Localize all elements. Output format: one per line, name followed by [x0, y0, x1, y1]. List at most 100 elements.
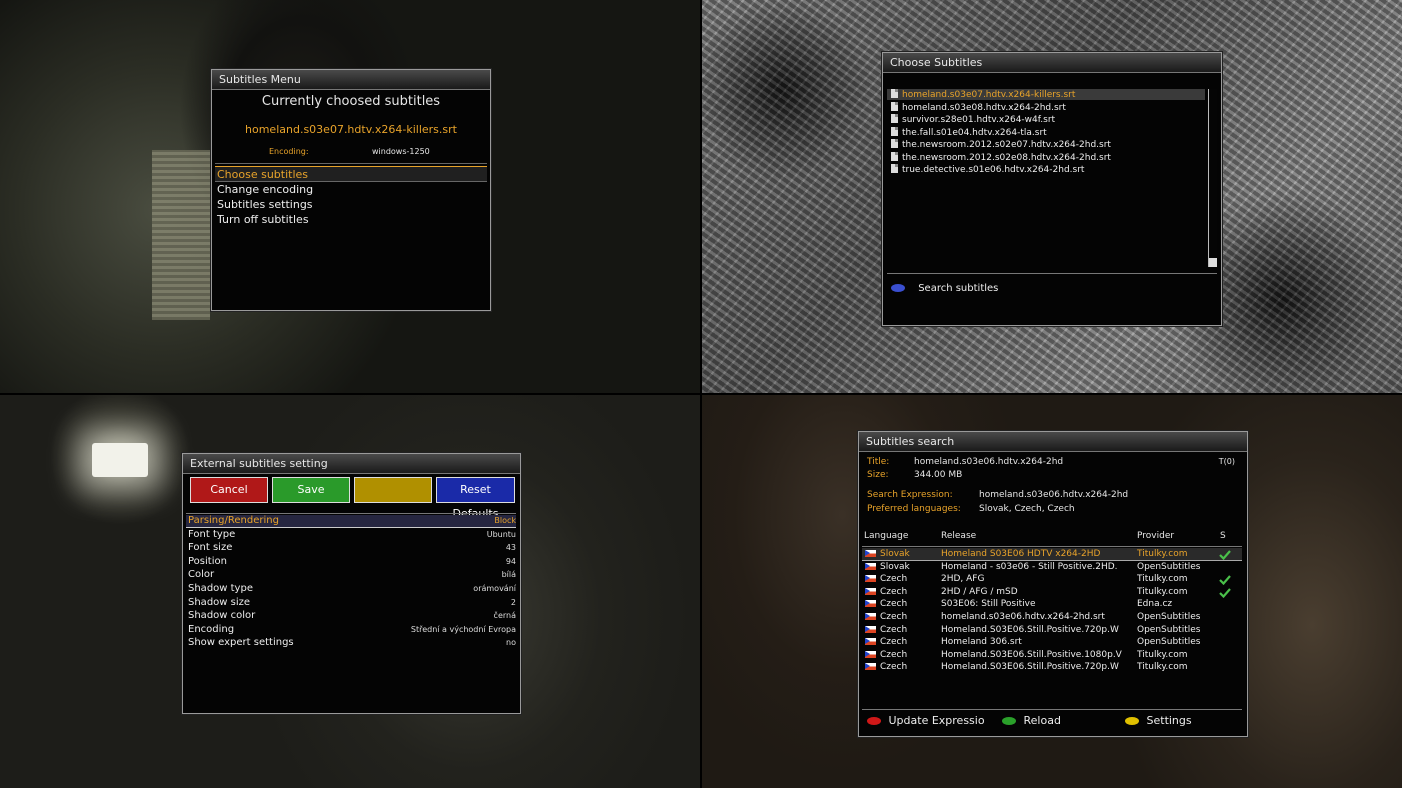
setting-row[interactable]: Position 94 — [188, 556, 516, 569]
setting-label: Shadow type — [188, 583, 253, 594]
setting-row[interactable]: Font type Ubuntu — [188, 529, 516, 542]
result-provider[interactable]: Titulky.com — [1137, 650, 1217, 660]
result-language-text: Slovak — [880, 549, 910, 559]
result-release-text: Homeland.S03E06.Still.Positive.720p.W — [941, 662, 1119, 673]
setting-row[interactable]: Encoding Střední a východní Evropa — [188, 624, 516, 637]
encoding-label: Encoding: — [269, 147, 309, 156]
setting-label: Shadow size — [188, 596, 251, 608]
result-language[interactable]: Czech — [865, 599, 939, 609]
column-header-release: Release — [941, 531, 977, 541]
setting-value: Ubuntu — [486, 529, 516, 539]
search-expression-label: Search Expression: — [867, 490, 953, 500]
result-provider[interactable]: Titulky.com — [1137, 574, 1217, 584]
flag-icon — [865, 663, 876, 671]
column-header-language: Language — [864, 531, 909, 541]
scrollbar-thumb[interactable] — [1209, 258, 1217, 267]
result-language[interactable]: Czech — [865, 637, 939, 647]
result-language[interactable]: Czech — [865, 650, 939, 660]
result-provider[interactable]: Titulky.com — [1137, 662, 1217, 672]
result-language[interactable]: Slovak — [865, 549, 939, 559]
file-list-item[interactable]: the.newsroom.2012.s02e07.hdtv.x264-2hd.s… — [891, 139, 1111, 150]
divider — [215, 163, 487, 164]
result-release[interactable]: Homeland 306.srt — [941, 637, 1135, 647]
yellow-button[interactable] — [354, 477, 432, 503]
setting-value: orámování — [473, 584, 516, 593]
video-frame-bottom-right: Subtitles search Title: homeland.s03e06.… — [702, 395, 1402, 788]
result-release[interactable]: S03E06: Still Positive — [941, 599, 1135, 609]
file-name: survivor.s28e01.hdtv.x264-w4f.srt — [902, 115, 1056, 125]
setting-value: černá — [493, 611, 516, 621]
choose-subtitles-dialog: Choose Subtitles homeland.s03e07.hdtv.x2… — [882, 52, 1222, 326]
result-provider[interactable]: Titulky.com — [1137, 549, 1217, 559]
title-label: Title: — [867, 457, 890, 467]
settings-label: Settings — [1146, 714, 1192, 727]
setting-row[interactable]: Show expert settings no — [188, 637, 516, 650]
menu-item-change-encoding[interactable]: Change encoding — [217, 183, 313, 196]
setting-row[interactable]: Shadow size 2 — [188, 597, 516, 610]
green-button-icon — [1002, 717, 1016, 725]
file-list-item[interactable]: homeland.s03e08.hdtv.x264-2hd.srt — [891, 101, 1066, 113]
menu-item-choose-subtitles[interactable]: Choose subtitles — [217, 168, 308, 181]
cancel-button[interactable]: Cancel — [190, 477, 268, 503]
result-provider-text: OpenSubtitles — [1137, 637, 1201, 648]
setting-row[interactable]: Font size 43 — [188, 542, 516, 555]
result-provider[interactable]: OpenSubtitles — [1137, 625, 1217, 635]
result-release[interactable]: homeland.s03e06.hdtv.x264-2hd.srt — [941, 612, 1135, 622]
result-provider[interactable]: Edna.cz — [1137, 599, 1217, 609]
flag-icon — [865, 625, 876, 633]
result-language[interactable]: Czech — [865, 625, 939, 635]
menu-item-subtitles-settings[interactable]: Subtitles settings — [217, 198, 313, 211]
reload-action[interactable]: Reload — [1002, 714, 1061, 727]
encoding-value: windows-1250 — [372, 147, 430, 156]
search-subtitles-action[interactable]: Search subtitles — [891, 283, 998, 294]
setting-row[interactable]: Color bílá — [188, 569, 516, 582]
file-icon — [891, 164, 898, 173]
dialog-title: Subtitles Menu — [212, 70, 490, 90]
result-provider[interactable]: OpenSubtitles — [1137, 612, 1217, 622]
settings-action[interactable]: Settings — [1125, 714, 1192, 727]
result-language[interactable]: Slovak — [865, 562, 939, 572]
menu-item-turn-off-subtitles[interactable]: Turn off subtitles — [217, 213, 309, 226]
result-release[interactable]: Homeland S03E06 HDTV x264-2HD — [941, 549, 1135, 559]
result-release-text: 2HD, AFG — [941, 574, 985, 585]
result-release-text: Homeland.S03E06.Still.Positive.1080p.V — [941, 649, 1122, 660]
result-language[interactable]: Czech — [865, 587, 939, 597]
result-release[interactable]: Homeland - s03e06 - Still Positive.2HD. — [941, 562, 1135, 572]
file-icon — [891, 89, 898, 98]
update-expression-action[interactable]: Update Expressio — [867, 714, 985, 727]
save-button[interactable]: Save — [272, 477, 350, 503]
scrollbar[interactable] — [1208, 89, 1217, 267]
result-provider[interactable]: OpenSubtitles — [1137, 637, 1217, 647]
file-name: the.newsroom.2012.s02e08.hdtv.x264-2hd.s… — [902, 152, 1111, 163]
file-list-item[interactable]: the.newsroom.2012.s02e08.hdtv.x264-2hd.s… — [891, 151, 1111, 163]
result-language[interactable]: Czech — [865, 612, 939, 622]
file-icon — [891, 101, 898, 111]
file-name: the.newsroom.2012.s02e07.hdtv.x264-2hd.s… — [902, 140, 1111, 150]
setting-value: no — [506, 638, 516, 648]
result-release[interactable]: Homeland.S03E06.Still.Positive.720p.W — [941, 662, 1135, 672]
setting-row[interactable]: Shadow type orámování — [188, 583, 516, 596]
result-release[interactable]: 2HD, AFG — [941, 574, 1135, 584]
file-list-item[interactable]: the.fall.s01e04.hdtv.x264-tla.srt — [891, 126, 1047, 138]
setting-row[interactable]: Shadow color černá — [188, 610, 516, 623]
reset-defaults-button[interactable]: Reset Defaults — [436, 477, 515, 520]
result-release-text: Homeland S03E06 HDTV x264-2HD — [941, 549, 1101, 559]
subtitles-search-dialog: Subtitles search Title: homeland.s03e06.… — [858, 431, 1248, 737]
result-release[interactable]: Homeland.S03E06.Still.Positive.1080p.V — [941, 650, 1135, 660]
file-list-item[interactable]: homeland.s03e07.hdtv.x264-killers.srt — [891, 89, 1075, 100]
result-provider[interactable]: Titulky.com — [1137, 587, 1217, 597]
column-header-provider: Provider — [1137, 531, 1175, 541]
result-provider[interactable]: OpenSubtitles — [1137, 562, 1217, 572]
setting-value: 94 — [505, 556, 516, 566]
result-language[interactable]: Czech — [865, 574, 939, 584]
file-list-item[interactable]: true.detective.s01e06.hdtv.x264-2hd.srt — [891, 164, 1084, 175]
result-language-text: Czech — [880, 574, 908, 585]
size-value: 344.00 MB — [914, 470, 963, 480]
setting-row[interactable]: Parsing/Rendering Block — [188, 515, 516, 528]
setting-value: 2 — [510, 597, 516, 607]
file-list-item[interactable]: survivor.s28e01.hdtv.x264-w4f.srt — [891, 114, 1055, 125]
result-language[interactable]: Czech — [865, 662, 939, 672]
result-release[interactable]: 2HD / AFG / mSD — [941, 587, 1135, 597]
search-expression-value: homeland.s03e06.hdtv.x264-2hd — [979, 490, 1129, 500]
result-release[interactable]: Homeland.S03E06.Still.Positive.720p.W — [941, 625, 1135, 635]
